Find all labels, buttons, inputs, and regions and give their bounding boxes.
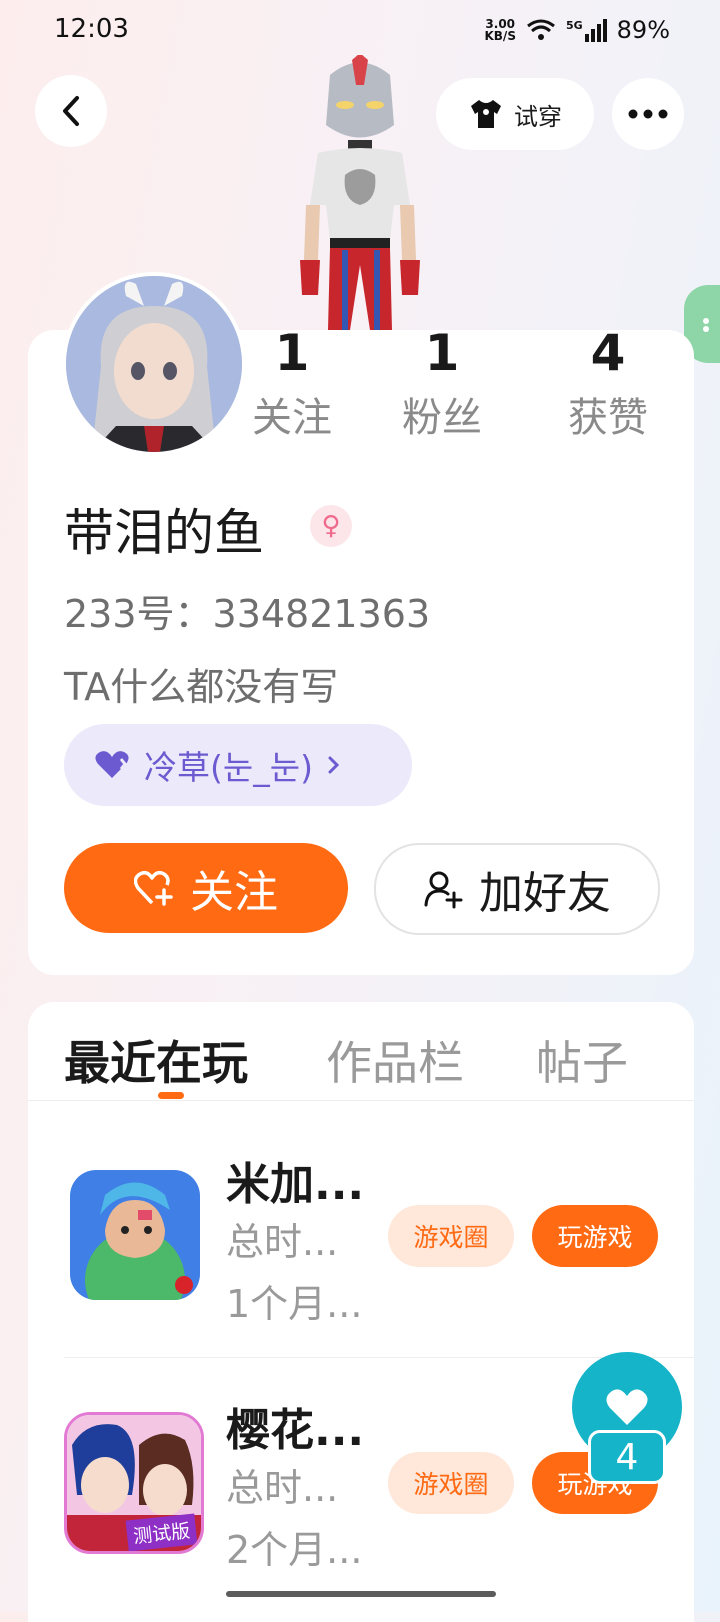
home-indicator[interactable]	[226, 1591, 496, 1597]
try-on-label: 试穿	[514, 102, 562, 131]
stat-fans[interactable]: 1 粉丝	[372, 318, 512, 448]
tab-recently-played[interactable]: 最近在玩	[64, 1027, 248, 1093]
fans-count: 1	[424, 324, 460, 382]
game-last-played-2: 2个月...	[226, 1528, 363, 1572]
wifi-icon	[527, 19, 555, 40]
stat-likes[interactable]: 4 获赞	[538, 318, 678, 448]
more-options-button[interactable]	[612, 78, 684, 150]
tab-works[interactable]: 作品栏	[326, 1027, 464, 1093]
game-icon-image-1	[70, 1170, 200, 1300]
follow-button[interactable]: 关注	[64, 843, 348, 933]
game-circle-button-2[interactable]: 游戏圈	[388, 1452, 514, 1514]
tab-posts[interactable]: 帖子	[536, 1027, 628, 1093]
game-icon-1[interactable]	[70, 1170, 200, 1300]
game-duration-1: 总时...	[226, 1220, 339, 1264]
heart-icon	[606, 1389, 648, 1425]
active-tab-indicator	[158, 1092, 184, 1099]
tab-divider	[28, 1100, 694, 1101]
game-title-2[interactable]: 樱花...	[226, 1394, 364, 1458]
following-label: 关注	[252, 395, 332, 441]
user-avatar[interactable]	[62, 272, 246, 456]
chevron-right-icon	[328, 756, 340, 774]
likes-count: 4	[590, 324, 626, 382]
add-friend-button[interactable]: 加好友	[374, 843, 660, 935]
back-arrow-icon	[63, 96, 79, 126]
stat-following[interactable]: 1 关注	[222, 318, 362, 448]
tshirt-icon	[471, 100, 501, 128]
character-avatar-image	[300, 55, 420, 330]
game-last-played-1: 1个月...	[226, 1282, 363, 1326]
add-person-icon	[424, 871, 463, 909]
follow-label: 关注	[190, 867, 278, 918]
heart-icon	[95, 751, 129, 778]
fans-label: 粉丝	[402, 395, 482, 441]
game-title-1[interactable]: 米加...	[226, 1148, 364, 1212]
game-icon-2[interactable]: 测试版	[64, 1412, 204, 1554]
status-time: 12:03	[54, 14, 129, 44]
likes-label: 获赞	[568, 395, 648, 441]
game-circle-button-1[interactable]: 游戏圈	[388, 1205, 514, 1267]
more-dots-icon	[628, 109, 668, 119]
status-icons: 3.00 KB/S 5G 89%	[484, 16, 670, 44]
play-game-button-1[interactable]: 玩游戏	[532, 1205, 658, 1267]
battery-level: 89%	[616, 16, 670, 44]
try-on-button[interactable]: 试穿	[436, 78, 594, 150]
user-id: 233号：334821363	[64, 592, 431, 636]
guild-label: 冷草(눈_눈)	[144, 748, 313, 787]
like-count-badge: 4	[588, 1430, 666, 1484]
avatar-portrait-image	[66, 276, 242, 452]
female-gender-icon: ♀	[310, 505, 352, 547]
back-button[interactable]	[35, 75, 107, 147]
cell-signal-icon: 5G	[566, 18, 607, 42]
user-nickname: 带泪的鱼	[64, 504, 264, 562]
game-duration-2: 总时...	[226, 1466, 339, 1510]
heart-plus-icon	[134, 870, 173, 906]
guild-badge-button[interactable]: 冷草(눈_눈)	[64, 724, 412, 806]
user-bio: TA什么都没有写	[64, 665, 339, 709]
add-friend-label: 加好友	[479, 868, 611, 919]
net-speed: 3.00 KB/S	[484, 17, 516, 43]
following-count: 1	[274, 324, 310, 382]
